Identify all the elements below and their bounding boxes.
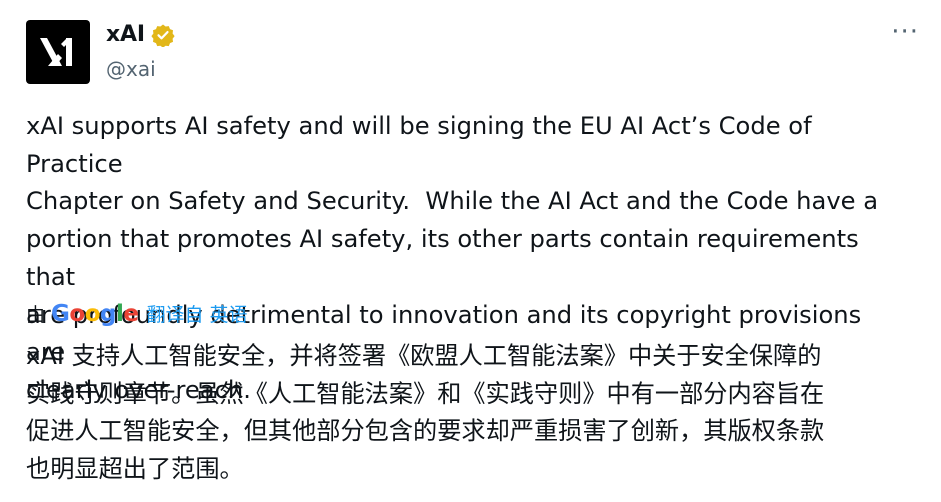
tweet: xAI @xai ··· xAI supports AI safety and …	[0, 0, 941, 502]
xai-logo-icon	[40, 38, 72, 66]
avatar[interactable]	[26, 20, 90, 84]
google-logo-letter: G	[51, 300, 70, 327]
translated-text: xAI 支持人工智能安全，并将签署《欧盟人工智能法案》中关于安全保障的 实践守则…	[26, 342, 825, 484]
google-logo-letter: o	[69, 300, 85, 327]
google-logo-letter: e	[123, 300, 139, 327]
translated-from-link[interactable]: 翻译自 英语	[147, 300, 248, 327]
translation-attribution: 由 Google 翻译自 英语	[26, 300, 248, 327]
google-logo: Google	[51, 300, 139, 327]
author-name-row: xAI	[106, 22, 175, 47]
verified-badge-icon	[151, 24, 175, 47]
google-logo-letter: o	[84, 300, 101, 327]
more-options-button[interactable]: ···	[891, 19, 919, 45]
author-handle[interactable]: @xai	[106, 57, 156, 81]
google-logo-letter: g	[100, 300, 116, 327]
translated-by-label: 由	[26, 304, 46, 326]
google-logo-letter: l	[116, 300, 124, 327]
author-display-name[interactable]: xAI	[106, 22, 145, 47]
